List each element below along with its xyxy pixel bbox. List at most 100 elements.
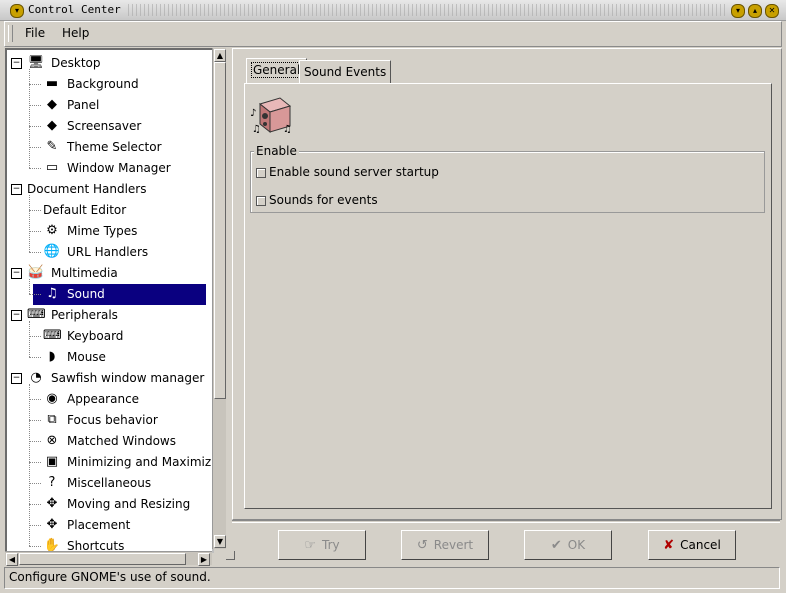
tree-item-label: Appearance <box>67 392 140 406</box>
tree-item-multimedia[interactable]: − 🥁 Multimedia <box>7 263 207 284</box>
tree-vertical-scrollbar[interactable]: ▲ ▼ <box>212 48 226 549</box>
tree-connector <box>29 336 41 337</box>
placement-icon: ✥ <box>46 517 58 532</box>
tree-connector <box>29 483 41 484</box>
tree-item-panel[interactable]: ◆ Panel <box>7 95 207 116</box>
close-icon[interactable]: ✕ <box>765 4 779 18</box>
tab-panel-general <box>244 83 772 509</box>
tree-item-url-handlers[interactable]: 🌐 URL Handlers <box>7 242 207 263</box>
scroll-left-arrow-icon[interactable]: ◀ <box>6 553 18 566</box>
tree-item-minimizing-and-maximizing[interactable]: ▣ Minimizing and Maximizing <box>7 452 212 473</box>
tree-item-appearance[interactable]: ◉ Appearance <box>7 389 207 410</box>
tree-connector <box>29 84 41 85</box>
tree-connector <box>29 525 41 526</box>
tree-expander-icon[interactable]: − <box>11 184 22 195</box>
tree-item-label: Focus behavior <box>67 413 158 427</box>
pane-resize-handle[interactable] <box>226 551 235 560</box>
tree-item-mouse[interactable]: ◗ Mouse <box>7 347 207 368</box>
horizontal-scroll-thumb[interactable] <box>19 553 186 565</box>
tree-item-document-handlers[interactable]: − Document Handlers <box>7 179 207 200</box>
tree-item-desktop[interactable]: − 🖥 Desktop <box>7 53 207 74</box>
tree-expander-icon[interactable]: − <box>11 310 22 321</box>
sounds-for-events-label[interactable]: Sounds for events <box>269 193 378 207</box>
revert-button[interactable]: ↺ Revert <box>401 530 489 560</box>
tree-item-placement[interactable]: ✥ Placement <box>7 515 207 536</box>
tree-item-mime-types[interactable]: ⚙ Mime Types <box>7 221 207 242</box>
capplet-tree[interactable]: − 🖥 Desktop ▬ Background ◆ Panel ◆ Screensaver ✎ T… <box>5 48 214 553</box>
tree-item-keyboard[interactable]: ⌨ Keyboard <box>7 326 207 347</box>
tree-item-moving-and-resizing[interactable]: ✥ Moving and Resizing <box>7 494 207 515</box>
sound-icon: ♫ <box>46 286 58 301</box>
cancel-button[interactable]: ✘ Cancel <box>648 530 736 560</box>
enable-frame-label: Enable <box>254 144 299 158</box>
tree-connector <box>29 105 41 106</box>
vertical-scroll-thumb[interactable] <box>214 62 226 399</box>
status-bar: Configure GNOME's use of sound. <box>4 567 780 589</box>
sounds-for-events-checkbox[interactable] <box>256 196 266 206</box>
tree-item-peripherals[interactable]: − ⌨ Peripherals <box>7 305 207 326</box>
tree-item-label: Sawfish window manager <box>51 371 205 385</box>
tree-horizontal-scrollbar[interactable]: ◀ ▶ <box>5 551 212 566</box>
menubar-handle[interactable] <box>8 25 13 42</box>
theme-selector-icon: ✎ <box>46 139 58 154</box>
mouse-icon: ◗ <box>48 349 56 364</box>
try-icon: ☞ <box>304 538 317 553</box>
minimize-icon[interactable]: ▾ <box>731 4 745 18</box>
url-handlers-icon: 🌐 <box>43 244 61 259</box>
tree-item-label: Moving and Resizing <box>67 497 191 511</box>
tree-item-label: Multimedia <box>51 266 118 280</box>
tree-item-default-editor[interactable]: Default Editor <box>7 200 207 221</box>
tree-connector <box>29 294 41 295</box>
enable-sound-server-label[interactable]: Enable sound server startup <box>269 165 439 179</box>
tab-sound-events[interactable]: Sound Events <box>299 60 392 83</box>
tree-item-label: Mime Types <box>67 224 138 238</box>
tree-item-label: Matched Windows <box>67 434 176 448</box>
scroll-right-arrow-icon[interactable]: ▶ <box>198 553 210 566</box>
tree-item-miscellaneous[interactable]: ? Miscellaneous <box>7 473 207 494</box>
title-bar: ▾ Control Center ▾ ▴ ✕ <box>0 0 786 21</box>
tree-expander-icon[interactable]: − <box>11 373 22 384</box>
tree-item-label: Desktop <box>51 56 101 70</box>
scroll-down-arrow-icon[interactable]: ▼ <box>214 535 226 548</box>
scroll-up-arrow-icon[interactable]: ▲ <box>214 49 226 62</box>
maximize-icon[interactable]: ▴ <box>748 4 762 18</box>
tree-item-window-manager[interactable]: ▭ Window Manager <box>7 158 207 179</box>
tree-item-sawfish-window-manager[interactable]: − ◔ Sawfish window manager <box>7 368 207 389</box>
enable-sound-server-checkbox[interactable] <box>256 168 266 178</box>
tree-connector <box>29 441 41 442</box>
tree-expander-icon[interactable]: − <box>11 58 22 69</box>
menu-help[interactable]: Help <box>62 26 89 40</box>
window-menu-icon[interactable]: ▾ <box>10 4 24 18</box>
tree-item-label: Miscellaneous <box>67 476 152 490</box>
tree-connector <box>29 399 41 400</box>
screensaver-icon: ◆ <box>47 118 57 133</box>
tree-connector <box>29 252 41 253</box>
tree-connector <box>29 126 41 127</box>
tree-item-matched-windows[interactable]: ⊗ Matched Windows <box>7 431 207 452</box>
tree-expander-icon[interactable]: − <box>11 268 22 279</box>
tree-item-background[interactable]: ▬ Background <box>7 74 207 95</box>
matched-windows-icon: ⊗ <box>46 433 58 448</box>
tree-item-focus-behavior[interactable]: ⧉ Focus behavior <box>7 410 207 431</box>
desktop-icon: 🖥 <box>27 55 45 70</box>
minimizing-icon: ▣ <box>45 454 59 469</box>
tree-item-screensaver[interactable]: ◆ Screensaver <box>7 116 207 137</box>
ok-button[interactable]: ✔ OK <box>524 530 612 560</box>
window-manager-icon: ▭ <box>45 160 59 175</box>
focus-behavior-icon: ⧉ <box>47 412 57 427</box>
try-button[interactable]: ☞ Try <box>278 530 366 560</box>
tree-item-label: Minimizing and Maximizing <box>67 455 214 469</box>
multimedia-icon: 🥁 <box>27 265 45 280</box>
appearance-icon: ◉ <box>46 391 58 406</box>
tree-item-sound[interactable]: ♫ Sound <box>29 284 206 305</box>
tree-item-label: Mouse <box>67 350 106 364</box>
tree-item-theme-selector[interactable]: ✎ Theme Selector <box>7 137 207 158</box>
tree-item-label: Panel <box>67 98 100 112</box>
moving-resizing-icon: ✥ <box>46 496 58 511</box>
svg-text:♫: ♫ <box>252 124 261 135</box>
menu-file[interactable]: File <box>25 26 45 40</box>
tree-connector <box>29 231 41 232</box>
menu-bar: File Help <box>4 21 782 47</box>
tree-item-label: Default Editor <box>43 203 127 217</box>
speaker-icon: ♪ ♫ ♫ <box>250 97 292 135</box>
